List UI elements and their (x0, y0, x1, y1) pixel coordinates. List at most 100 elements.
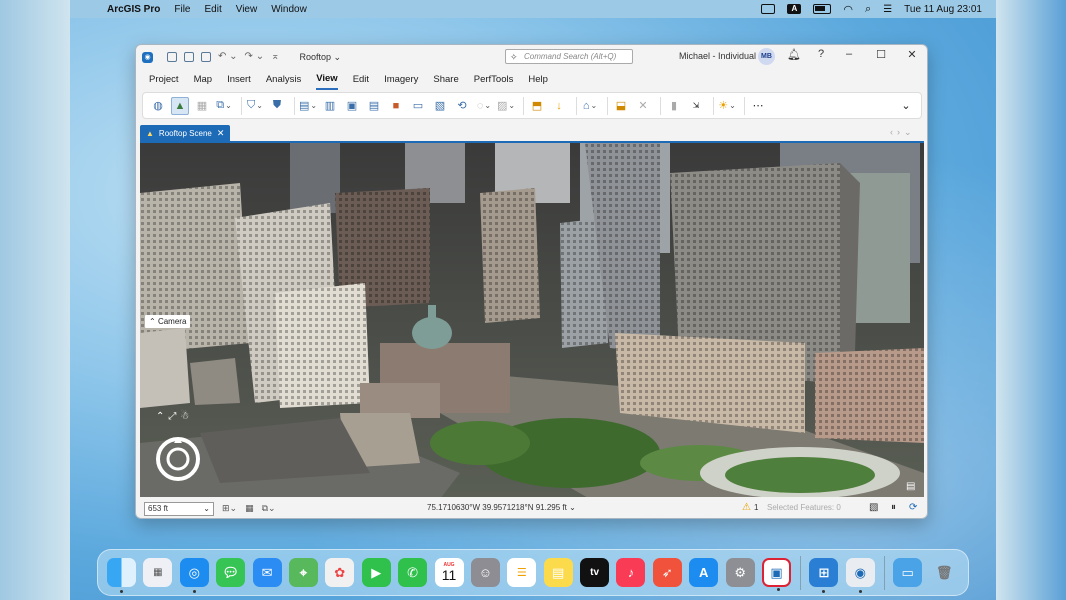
collapse-navigator-icon[interactable]: ⌃ (156, 411, 164, 422)
messages-icon[interactable]: 💬︎ (216, 558, 246, 587)
spotlight-search-icon[interactable]: ⌕ (865, 3, 871, 16)
notifications-icon[interactable]: 🔔︎ (786, 48, 802, 61)
music-icon[interactable]: ♪ (616, 558, 646, 587)
navigator-icon[interactable]: ⛉ (246, 97, 264, 115)
open-project-icon[interactable] (184, 52, 194, 62)
control-center-icon[interactable]: ☰ (883, 4, 892, 15)
attributes-icon[interactable]: ▤ (365, 97, 383, 115)
minimize-button[interactable]: – (841, 48, 857, 60)
tab-edit[interactable]: Edit (353, 70, 369, 90)
bookmarks-icon[interactable]: ⛊ (268, 97, 286, 115)
command-search-input[interactable]: ✧ Command Search (Alt+Q) (505, 49, 633, 64)
notes-icon[interactable]: ▤ (906, 481, 915, 492)
downloads-folder-icon[interactable]: ▭ (893, 558, 923, 587)
menu-view[interactable]: View (236, 4, 258, 15)
system-settings-icon[interactable]: ⚙ (725, 558, 755, 587)
rocket-app-icon[interactable]: ➶ (652, 558, 682, 587)
customize-toolbar-icon[interactable]: ⌅ (271, 52, 279, 62)
convert-view-icon[interactable]: ◍ (149, 97, 167, 115)
animation-icon[interactable]: ⟲ (453, 97, 471, 115)
arcgis-pro-dock-icon[interactable]: ◉ (845, 558, 875, 593)
safari-icon[interactable]: ◎ (179, 558, 209, 593)
close-view-tab-icon[interactable]: ✕ (217, 128, 225, 139)
more-icon[interactable]: ⋯ (749, 97, 767, 115)
photos-icon[interactable]: ✿ (325, 558, 355, 587)
apple-tv-icon[interactable]: tv (580, 558, 610, 587)
redo-icon[interactable]: ↷ ⌄ (245, 52, 265, 62)
app-menu[interactable]: ArcGIS Pro (107, 4, 160, 15)
maximize-button[interactable]: ☐ (873, 48, 889, 61)
tab-analysis[interactable]: Analysis (266, 70, 301, 90)
screen-mirroring-icon[interactable] (761, 4, 776, 14)
clock[interactable]: Tue 11 Aug 23:01 (904, 4, 982, 15)
reminders-icon[interactable]: ☰ (507, 558, 537, 587)
scene-view-icon[interactable]: ▲ (171, 96, 189, 115)
view-cache-icon[interactable]: ⬓ (612, 97, 630, 115)
map-selector-dropdown[interactable]: Rooftop ⌄ (299, 52, 341, 63)
download-icon[interactable]: ↓ (550, 97, 568, 115)
new-project-icon[interactable] (167, 52, 177, 62)
layout-icon[interactable]: ⬒ (528, 97, 546, 115)
refresh-icon[interactable]: ▧ (869, 502, 878, 513)
facetime-icon[interactable]: ▶ (361, 558, 391, 587)
3d-scene-view[interactable]: ⌃ Camera ⌃ ⤢ ☃ ▤ (140, 141, 924, 497)
notes-app-icon[interactable]: ▤ (543, 558, 573, 587)
tab-share[interactable]: Share (433, 70, 458, 90)
tab-navigation-arrows[interactable]: ‹›⌄ (890, 127, 916, 138)
camera-button[interactable]: ⌃ Camera (145, 315, 191, 328)
layers-icon[interactable]: ⧉⌄ (262, 503, 276, 514)
clip-layers-icon[interactable]: ◌ (475, 97, 493, 115)
full-extent-icon[interactable]: ⤢ (168, 411, 176, 422)
tab-imagery[interactable]: Imagery (384, 70, 418, 90)
help-button[interactable]: ? (813, 48, 829, 60)
refresh-view-icon[interactable]: ⟳ (909, 502, 917, 513)
display-icon[interactable]: ▮ (665, 97, 683, 115)
sync-views-icon[interactable]: ⧉ (215, 97, 233, 115)
trash-icon[interactable]: 🗑︎ (930, 558, 959, 587)
avatar[interactable]: MB (758, 48, 775, 65)
expand-ribbon-icon[interactable]: ⌄ (897, 97, 915, 115)
warnings-indicator[interactable]: ⚠ 1 (742, 502, 758, 513)
close-button[interactable]: ✕ (904, 48, 920, 61)
contacts-icon[interactable]: ☺ (470, 558, 500, 587)
tab-project[interactable]: Project (149, 70, 179, 90)
calendar-icon[interactable]: AUG 11 (434, 558, 464, 587)
parallels-icon[interactable]: ▣ (762, 558, 792, 591)
tab-help[interactable]: Help (528, 70, 548, 90)
battery-icon[interactable] (813, 4, 832, 14)
user-account[interactable]: Michael - Individual (679, 51, 756, 61)
catalog-icon[interactable]: ▤ (299, 97, 317, 115)
menu-edit[interactable]: Edit (204, 4, 221, 15)
mail-icon[interactable]: ✉ (252, 558, 282, 587)
apple-menu-icon[interactable] (83, 3, 95, 15)
keyboard-input-icon[interactable]: A (787, 4, 802, 14)
scale-dropdown[interactable]: 653 ft (144, 501, 214, 516)
phone-icon[interactable]: ✆ (398, 558, 428, 587)
app-store-icon[interactable]: A (689, 558, 719, 587)
toolbox-icon[interactable]: ■ (387, 97, 405, 115)
coordinate-readout[interactable]: 75.1710630°W 39.9571218°N 91.295 ft ⌄ (427, 503, 576, 512)
link-views-icon[interactable]: ▦ (193, 97, 211, 115)
grid-snap-icon[interactable]: ⊞⌄ (222, 503, 237, 514)
windows-app-icon[interactable]: ⊞ (809, 558, 839, 593)
dialog-launcher-icon[interactable]: ⇲ (687, 97, 705, 115)
wifi-icon[interactable]: ◠ (843, 3, 853, 16)
clear-icon[interactable]: ✕ (634, 97, 652, 115)
windows-icon[interactable]: ▭ (409, 97, 427, 115)
geoprocessing-icon[interactable]: ▣ (343, 97, 361, 115)
selected-features-count[interactable]: Selected Features: 0 (767, 503, 841, 512)
tab-perftools[interactable]: PerfTools (474, 70, 514, 90)
tab-view[interactable]: View (316, 70, 338, 90)
table-icon[interactable]: ▦ (245, 503, 254, 514)
save-project-icon[interactable] (201, 52, 211, 62)
tasks-icon[interactable]: ▧ (431, 97, 449, 115)
undo-icon[interactable]: ↶ ⌄ (218, 52, 238, 62)
rendering-icon[interactable]: ⌂ (581, 97, 599, 115)
illumination-icon[interactable]: ☀ (718, 97, 736, 115)
contents-icon[interactable]: ▥ (321, 97, 339, 115)
exploratory-icon[interactable]: ▨ (497, 97, 515, 115)
tab-rooftop-scene[interactable]: ▲ Rooftop Scene ✕ (140, 125, 231, 141)
navigator-ring-icon[interactable] (154, 435, 202, 483)
first-person-icon[interactable]: ☃ (180, 411, 189, 422)
tab-insert[interactable]: Insert (227, 70, 251, 90)
